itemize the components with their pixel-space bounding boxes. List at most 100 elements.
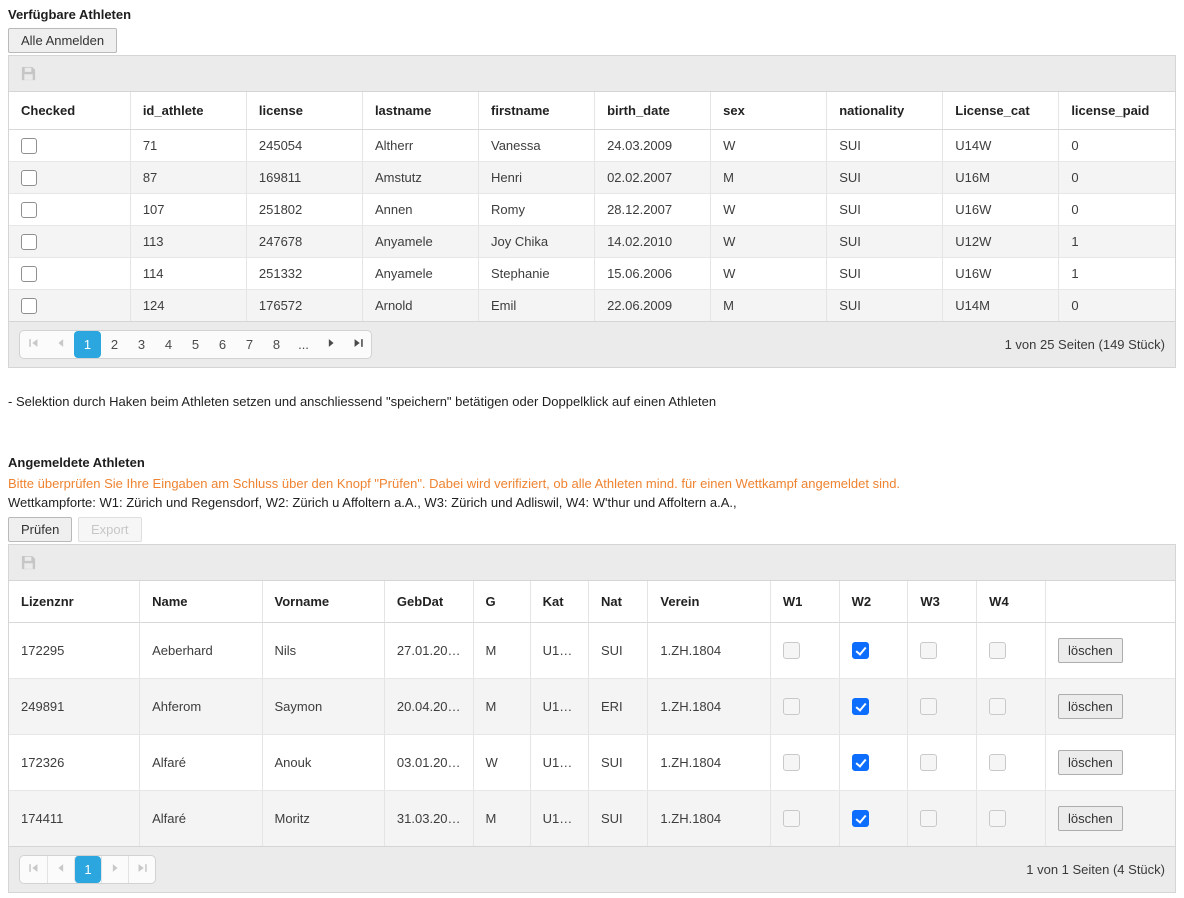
page-button-6[interactable]: 6	[209, 331, 236, 358]
last-page-icon	[136, 862, 148, 877]
previous-page-icon	[55, 337, 67, 352]
athlete-checkbox[interactable]	[21, 266, 37, 282]
w3-checkbox[interactable]	[920, 642, 937, 659]
athlete-row[interactable]: 124176572ArnoldEmil22.06.2009MSUIU14M0	[9, 290, 1175, 322]
column-header-nationality[interactable]: nationality	[827, 92, 943, 130]
delete-button[interactable]: löschen	[1058, 750, 1123, 775]
registered-grid-pager: 1 1 von 1 Seiten (4 Stück)	[9, 846, 1175, 892]
cell-name: Aeberhard	[140, 623, 262, 679]
column-header-gebdat[interactable]: GebDat	[384, 581, 473, 623]
page-button-4[interactable]: 4	[155, 331, 182, 358]
column-header-w3[interactable]: W3	[908, 581, 977, 623]
available-athletes-table: Checkedid_athletelicenselastnamefirstnam…	[9, 92, 1175, 321]
delete-button[interactable]: löschen	[1058, 694, 1123, 719]
column-header-lizenznr[interactable]: Lizenznr	[9, 581, 140, 623]
cell-lastname: Anyamele	[362, 258, 478, 290]
cell-sex: W	[711, 258, 827, 290]
w4-checkbox[interactable]	[989, 642, 1006, 659]
cell-g: M	[473, 679, 530, 735]
checkbox-cell	[9, 194, 130, 226]
w4-checkbox[interactable]	[989, 698, 1006, 715]
cell-sex: W	[711, 130, 827, 162]
cell-w3	[908, 623, 977, 679]
w1-checkbox[interactable]	[783, 642, 800, 659]
checkbox-cell	[9, 290, 130, 322]
column-header-g[interactable]: G	[473, 581, 530, 623]
w2-checkbox[interactable]	[852, 642, 869, 659]
cell-w3	[908, 791, 977, 847]
athlete-row[interactable]: 71245054AltherrVanessa24.03.2009WSUIU14W…	[9, 130, 1175, 162]
check-button[interactable]: Prüfen	[8, 517, 72, 542]
page-button-7[interactable]: 7	[236, 331, 263, 358]
page-button-5[interactable]: 5	[182, 331, 209, 358]
w3-checkbox[interactable]	[920, 754, 937, 771]
column-header-license[interactable]: license	[246, 92, 362, 130]
w1-checkbox[interactable]	[783, 698, 800, 715]
column-header-firstname[interactable]: firstname	[479, 92, 595, 130]
cell-vorname: Nils	[262, 623, 384, 679]
athlete-checkbox[interactable]	[21, 170, 37, 186]
page-button-...[interactable]: ...	[290, 331, 317, 358]
w4-checkbox[interactable]	[989, 754, 1006, 771]
athlete-row[interactable]: 107251802AnnenRomy28.12.2007WSUIU16W0	[9, 194, 1175, 226]
cell-id_athlete: 113	[130, 226, 246, 258]
page-button-8[interactable]: 8	[263, 331, 290, 358]
column-header-kat[interactable]: Kat	[530, 581, 588, 623]
last-page-button[interactable]	[344, 331, 371, 358]
column-header-verein[interactable]: Verein	[648, 581, 770, 623]
cell-license_cat: U16W	[943, 258, 1059, 290]
column-header-sex[interactable]: sex	[711, 92, 827, 130]
cell-w1	[770, 791, 839, 847]
athlete-row[interactable]: 114251332AnyameleStephanie15.06.2006WSUI…	[9, 258, 1175, 290]
column-header-birth_date[interactable]: birth_date	[595, 92, 711, 130]
athlete-checkbox[interactable]	[21, 138, 37, 154]
cell-birth_date: 02.02.2007	[595, 162, 711, 194]
athlete-row[interactable]: 87169811AmstutzHenri02.02.2007MSUIU16M0	[9, 162, 1175, 194]
cell-license_paid: 0	[1059, 162, 1175, 194]
column-header-id_athlete[interactable]: id_athlete	[130, 92, 246, 130]
w2-checkbox[interactable]	[852, 754, 869, 771]
athlete-checkbox[interactable]	[21, 234, 37, 250]
column-header-lastname[interactable]: lastname	[362, 92, 478, 130]
cell-g: M	[473, 623, 530, 679]
registered-athlete-row: 174411AlfaréMoritz31.03.2007MU16MSUI1.ZH…	[9, 791, 1175, 847]
register-all-button[interactable]: Alle Anmelden	[8, 28, 117, 53]
page-button-3[interactable]: 3	[128, 331, 155, 358]
column-header-name[interactable]: Name	[140, 581, 262, 623]
column-header-license_cat[interactable]: License_cat	[943, 92, 1059, 130]
column-header-vorname[interactable]: Vorname	[262, 581, 384, 623]
page-button-1[interactable]: 1	[74, 331, 101, 358]
cell-id_athlete: 107	[130, 194, 246, 226]
available-grid-toolbar	[9, 56, 1175, 92]
cell-birth_date: 22.06.2009	[595, 290, 711, 322]
cell-lastname: Altherr	[362, 130, 478, 162]
athlete-registration-page: Verfügbare Athleten Alle Anmelden Checke…	[8, 7, 1176, 893]
page-button-2[interactable]: 2	[101, 331, 128, 358]
athlete-checkbox[interactable]	[21, 202, 37, 218]
w1-checkbox[interactable]	[783, 810, 800, 827]
cell-lizenznr: 174411	[9, 791, 140, 847]
cell-license_cat: U14W	[943, 130, 1059, 162]
next-page-button[interactable]	[317, 331, 344, 358]
athlete-row[interactable]: 113247678AnyameleJoy Chika14.02.2010WSUI…	[9, 226, 1175, 258]
w4-checkbox[interactable]	[989, 810, 1006, 827]
athlete-checkbox[interactable]	[21, 298, 37, 314]
checkbox-cell	[9, 258, 130, 290]
cell-vorname: Saymon	[262, 679, 384, 735]
w2-checkbox[interactable]	[852, 698, 869, 715]
column-header-w1[interactable]: W1	[770, 581, 839, 623]
delete-button[interactable]: löschen	[1058, 638, 1123, 663]
column-header-w2[interactable]: W2	[839, 581, 908, 623]
venues-info: Wettkampforte: W1: Zürich und Regensdorf…	[8, 495, 1176, 510]
w2-checkbox[interactable]	[852, 810, 869, 827]
column-header-checked[interactable]: Checked	[9, 92, 130, 130]
column-header-nat[interactable]: Nat	[588, 581, 647, 623]
delete-button[interactable]: löschen	[1058, 806, 1123, 831]
cell-w2	[839, 679, 908, 735]
column-header-license_paid[interactable]: license_paid	[1059, 92, 1175, 130]
w3-checkbox[interactable]	[920, 698, 937, 715]
w1-checkbox[interactable]	[783, 754, 800, 771]
cell-nationality: SUI	[827, 258, 943, 290]
column-header-w4[interactable]: W4	[977, 581, 1046, 623]
w3-checkbox[interactable]	[920, 810, 937, 827]
